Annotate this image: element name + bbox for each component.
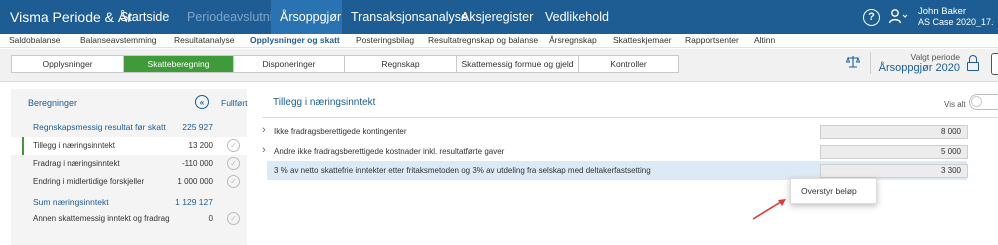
calculation-label: Endring i midlertidige forskjeller (33, 177, 145, 186)
period-divider (869, 52, 871, 74)
company-name: AS Case 2020_17.09. (918, 17, 994, 27)
show-all-label: Vis alt (944, 100, 966, 109)
subnav-resultatanalyse[interactable]: Resultatanalyse (166, 34, 242, 48)
scale-icon[interactable] (845, 55, 860, 72)
calculation-row[interactable]: Fradrag i næringsinntekt -110 000 ✓ (11, 155, 247, 173)
calculation-row[interactable]: Endring i midlertidige forskjeller 1 000 … (11, 173, 247, 191)
subnav-rapportsenter[interactable]: Rapportsenter (677, 34, 746, 48)
tab-opplysninger[interactable]: Opplysninger (12, 56, 124, 72)
calculation-value: 1 000 000 (177, 177, 213, 186)
tab-kontroller[interactable]: Kontroller (579, 56, 678, 72)
top-navigation-bar: Visma Periode & År Startside Periodeavsl… (0, 0, 998, 34)
tab-regnskap[interactable]: Regnskap (345, 56, 457, 72)
tab-disponeringer[interactable]: Disponeringer (234, 56, 345, 72)
context-menu: Overstyr beløp (790, 178, 877, 204)
collapse-panel-icon[interactable]: « (195, 95, 209, 109)
period-label: Valgt periode (910, 52, 960, 62)
nav-arsoppgjor[interactable]: Årsoppgjør (271, 0, 342, 34)
calculation-value: 13 200 (188, 141, 213, 150)
subnav-resultatregnskap-og-balanse[interactable]: Resultatregnskap og balanse (420, 34, 541, 48)
annotation-arrow (752, 199, 786, 220)
calculation-label: Sum næringsinntekt (33, 197, 109, 207)
addition-label: 3 % av netto skattefrie inntekter etter … (274, 166, 651, 175)
user-menu-icon[interactable] (888, 8, 910, 27)
completed-check-icon[interactable]: ✓ (227, 139, 240, 152)
calculation-tabs: Opplysninger Skatteberegning Disponering… (11, 55, 679, 73)
subnav-posteringsbilag[interactable]: Posteringsbilag (348, 34, 420, 48)
chevron-right-icon[interactable]: › (262, 124, 266, 136)
calculation-label: Tillegg i næringsinntekt (33, 141, 115, 150)
lock-icon[interactable] (966, 54, 980, 72)
chevron-right-icon[interactable]: › (262, 144, 266, 156)
help-icon[interactable]: ? (863, 8, 880, 26)
sub-navigation: Saldobalanse Balanseavstemming Resultata… (0, 34, 998, 48)
calculation-row[interactable]: Tillegg i næringsinntekt 13 200 ✓ (11, 137, 247, 155)
subnav-altinn[interactable]: Altinn (746, 34, 783, 48)
calculation-row[interactable]: Annen skattemessig inntekt og fradrag 0 ✓ (11, 210, 247, 228)
user-area: ? John Baker AS Case 2020_17.09. (863, 0, 998, 34)
addition-row[interactable]: › Ikke fradragsberettigede kontingenter 8 … (262, 122, 998, 142)
calculation-label: Regnskapsmessig resultat før skatt (33, 122, 166, 132)
calculation-label: Annen skattemessig inntekt og fradrag (33, 214, 170, 223)
override-amount-item[interactable]: Overstyr beløp (801, 186, 857, 196)
period-selector[interactable]: Valgt periode Årsoppgjør 2020 (845, 52, 980, 74)
calculations-title: Beregninger (28, 98, 78, 108)
calculation-value: 1 129 127 (175, 197, 213, 207)
addition-row[interactable]: › Andre ikke fradragsberettigede kostnade… (262, 142, 998, 162)
completed-check-icon[interactable]: ✓ (227, 157, 240, 170)
detail-panel: Tillegg i næringsinntekt Vis alt › Ikke f… (262, 89, 998, 245)
subnav-saldobalanse[interactable]: Saldobalanse (0, 34, 72, 48)
show-all-toggle[interactable] (969, 94, 998, 110)
detail-title: Tillegg i næringsinntekt (273, 97, 376, 108)
addition-label: Andre ikke fradragsberettigede kostnader… (274, 147, 505, 156)
amount-field[interactable]: 8 000 (820, 125, 968, 139)
tab-skattemessig-formue-og-gjeld[interactable]: Skattemessig formue og gjeld (457, 56, 579, 72)
tab-strip: Opplysninger Skatteberegning Disponering… (0, 49, 998, 82)
nav-aksjeregister[interactable]: Aksjeregister (452, 0, 536, 34)
completed-check-icon[interactable]: ✓ (227, 175, 240, 188)
subnav-arsregnskap[interactable]: Årsregnskap (541, 34, 605, 48)
calculations-panel: Beregninger « Fullført Regnskapsmessig r… (11, 89, 247, 245)
nav-transaksjonsanalyse[interactable]: Transaksjonsanalyse (342, 0, 468, 34)
calculation-value: 225 927 (182, 122, 213, 132)
nav-startside[interactable]: Startside (111, 0, 178, 34)
calculation-label: Fradrag i næringsinntekt (33, 159, 120, 168)
calculation-row[interactable]: Sum næringsinntekt 1 129 127 (11, 193, 247, 211)
amount-field[interactable]: 3 300 (820, 164, 968, 178)
tab-skatteberegning[interactable]: Skatteberegning (124, 56, 234, 72)
calculation-value: -110 000 (182, 159, 213, 168)
calculation-value: 0 (208, 214, 213, 223)
subnav-balanseavstemming[interactable]: Balanseavstemming (72, 34, 166, 48)
app-title[interactable]: Visma Periode & År (0, 0, 132, 34)
detail-divider (262, 117, 998, 118)
period-value: Årsoppgjør 2020 (878, 62, 960, 74)
side-panel-handle[interactable] (991, 53, 998, 75)
user-info[interactable]: John Baker AS Case 2020_17.09. (918, 7, 994, 27)
addition-label: Ikke fradragsberettigede kontingenter (274, 127, 407, 136)
calculations-header: Beregninger « Fullført (11, 89, 247, 115)
completed-column-label: Fullført (221, 98, 248, 108)
completed-check-icon[interactable]: ✓ (227, 212, 240, 225)
user-name: John Baker (918, 7, 967, 17)
amount-field[interactable]: 5 000 (820, 145, 968, 159)
subnav-skatteskjemaer[interactable]: Skatteskjemaer (605, 34, 677, 48)
nav-periodeavslutning[interactable]: Periodeavslutning (178, 0, 286, 34)
calculation-row[interactable]: Regnskapsmessig resultat før skatt 225 92… (11, 118, 247, 136)
subnav-opplysninger-og-skatt[interactable]: Opplysninger og skatt (242, 34, 348, 48)
nav-vedlikehold[interactable]: Vedlikehold (536, 0, 616, 34)
period-text[interactable]: Valgt periode Årsoppgjør 2020 (879, 52, 960, 74)
